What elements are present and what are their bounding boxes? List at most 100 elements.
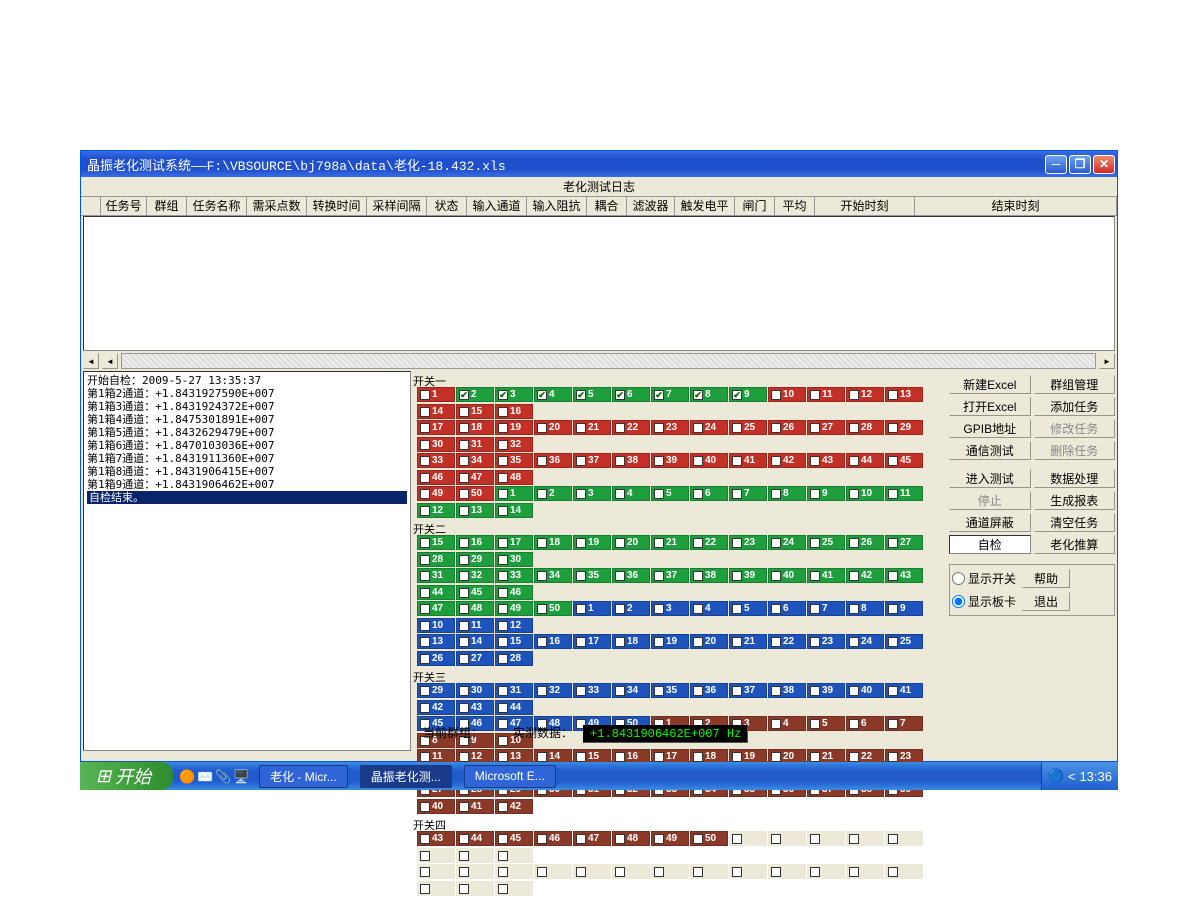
- channel-cell[interactable]: 42: [417, 700, 455, 715]
- channel-cell[interactable]: 45: [495, 831, 533, 846]
- minimize-button[interactable]: ─: [1045, 155, 1067, 174]
- scroll-right-icon[interactable]: ►: [1099, 353, 1115, 369]
- channel-cell[interactable]: 2: [612, 601, 650, 616]
- selftest-log[interactable]: 开始自检：2009-5-27 13:35:37第1箱2通道：+1.8431927…: [83, 371, 411, 751]
- channel-cell[interactable]: 12: [846, 387, 884, 402]
- channel-cell[interactable]: 9: [885, 601, 923, 616]
- channel-cell[interactable]: 38: [768, 683, 806, 698]
- channel-cell[interactable]: 33: [495, 568, 533, 583]
- channel-cell[interactable]: 15: [456, 404, 494, 419]
- channel-cell[interactable]: [534, 864, 572, 879]
- report-button[interactable]: 生成报表: [1034, 491, 1116, 510]
- channel-cell[interactable]: [612, 864, 650, 879]
- channel-cell[interactable]: [885, 831, 923, 846]
- channel-cell[interactable]: 16: [495, 404, 533, 419]
- channel-cell[interactable]: 44: [417, 585, 455, 600]
- channel-cell[interactable]: 41: [729, 453, 767, 468]
- start-button[interactable]: ⊞ 开始: [80, 762, 173, 790]
- tray-icon[interactable]: 🖥️: [233, 769, 247, 783]
- channel-cell[interactable]: 38: [612, 453, 650, 468]
- channel-cell[interactable]: 23: [807, 634, 845, 649]
- channel-cell[interactable]: 19: [573, 535, 611, 550]
- channel-cell[interactable]: [417, 848, 455, 863]
- channel-cell[interactable]: [690, 864, 728, 879]
- channel-cell[interactable]: [729, 864, 767, 879]
- channel-cell[interactable]: [729, 831, 767, 846]
- taskbar-tab[interactable]: 晶振老化测...: [360, 765, 452, 788]
- channel-cell[interactable]: 32: [534, 683, 572, 698]
- channel-cell[interactable]: ✔7: [651, 387, 689, 402]
- new-excel-button[interactable]: 新建Excel: [949, 375, 1031, 394]
- channel-cell[interactable]: 29: [885, 420, 923, 435]
- channel-cell[interactable]: [417, 881, 455, 896]
- scroll-left-icon[interactable]: ◄: [83, 353, 99, 369]
- channel-cell[interactable]: [846, 831, 884, 846]
- channel-cell[interactable]: 30: [495, 552, 533, 567]
- channel-cell[interactable]: 38: [690, 568, 728, 583]
- channel-cell[interactable]: 13: [456, 503, 494, 518]
- channel-cell[interactable]: 34: [534, 568, 572, 583]
- channel-cell[interactable]: 27: [885, 535, 923, 550]
- channel-cell[interactable]: 34: [612, 683, 650, 698]
- channel-cell[interactable]: 7: [729, 486, 767, 501]
- channel-cell[interactable]: [651, 864, 689, 879]
- channel-cell[interactable]: 7: [885, 716, 923, 731]
- channel-cell[interactable]: 4: [690, 601, 728, 616]
- channel-cell[interactable]: 35: [573, 568, 611, 583]
- channel-cell[interactable]: 29: [417, 683, 455, 698]
- channel-cell[interactable]: 7: [807, 601, 845, 616]
- channel-cell[interactable]: 44: [456, 831, 494, 846]
- channel-cell[interactable]: 10: [846, 486, 884, 501]
- channel-cell[interactable]: 31: [495, 683, 533, 698]
- clear-button[interactable]: 清空任务: [1034, 513, 1116, 532]
- channel-cell[interactable]: 44: [495, 700, 533, 715]
- channel-cell[interactable]: 31: [417, 568, 455, 583]
- channel-cell[interactable]: 25: [885, 634, 923, 649]
- channel-cell[interactable]: 23: [729, 535, 767, 550]
- channel-cell[interactable]: 40: [846, 683, 884, 698]
- channel-cell[interactable]: 12: [417, 503, 455, 518]
- aging-button[interactable]: 老化推算: [1034, 535, 1116, 554]
- taskbar-tab[interactable]: Microsoft E...: [464, 765, 556, 788]
- channel-cell[interactable]: 21: [573, 420, 611, 435]
- selftest-button[interactable]: 自检: [949, 535, 1031, 554]
- comm-test-button[interactable]: 通信测试: [949, 441, 1031, 460]
- channel-cell[interactable]: [846, 864, 884, 879]
- tray-icon[interactable]: 🟠: [179, 769, 193, 783]
- channel-cell[interactable]: [768, 864, 806, 879]
- channel-cell[interactable]: 6: [846, 716, 884, 731]
- channel-cell[interactable]: 20: [534, 420, 572, 435]
- channel-cell[interactable]: 35: [495, 453, 533, 468]
- channel-cell[interactable]: 24: [690, 420, 728, 435]
- channel-cell[interactable]: 34: [456, 453, 494, 468]
- channel-cell[interactable]: 28: [495, 651, 533, 666]
- channel-cell[interactable]: 8: [768, 486, 806, 501]
- scroll-left2-icon[interactable]: ◄: [102, 353, 118, 369]
- channel-cell[interactable]: 18: [612, 634, 650, 649]
- channel-cell[interactable]: 43: [885, 568, 923, 583]
- channel-cell[interactable]: 10: [417, 618, 455, 633]
- channel-cell[interactable]: 14: [495, 503, 533, 518]
- channel-cell[interactable]: 20: [690, 634, 728, 649]
- channel-cell[interactable]: 24: [768, 535, 806, 550]
- channel-cell[interactable]: 17: [573, 634, 611, 649]
- channel-cell[interactable]: 3: [651, 601, 689, 616]
- channel-cell[interactable]: 16: [456, 535, 494, 550]
- channel-cell[interactable]: 17: [495, 535, 533, 550]
- channel-cell[interactable]: 1: [495, 486, 533, 501]
- channel-cell[interactable]: [495, 881, 533, 896]
- channel-cell[interactable]: 9: [807, 486, 845, 501]
- channel-cell[interactable]: 19: [495, 420, 533, 435]
- channel-cell[interactable]: 45: [456, 585, 494, 600]
- scroll-track[interactable]: [121, 353, 1096, 369]
- channel-cell[interactable]: 22: [768, 634, 806, 649]
- channel-cell[interactable]: 15: [417, 535, 455, 550]
- channel-cell[interactable]: 25: [729, 420, 767, 435]
- channel-cell[interactable]: 5: [807, 716, 845, 731]
- channel-cell[interactable]: 28: [417, 552, 455, 567]
- channel-cell[interactable]: 47: [417, 601, 455, 616]
- mask-button[interactable]: 通道屏蔽: [949, 513, 1031, 532]
- channel-cell[interactable]: [495, 864, 533, 879]
- channel-cell[interactable]: 13: [417, 634, 455, 649]
- channel-cell[interactable]: 40: [417, 799, 455, 814]
